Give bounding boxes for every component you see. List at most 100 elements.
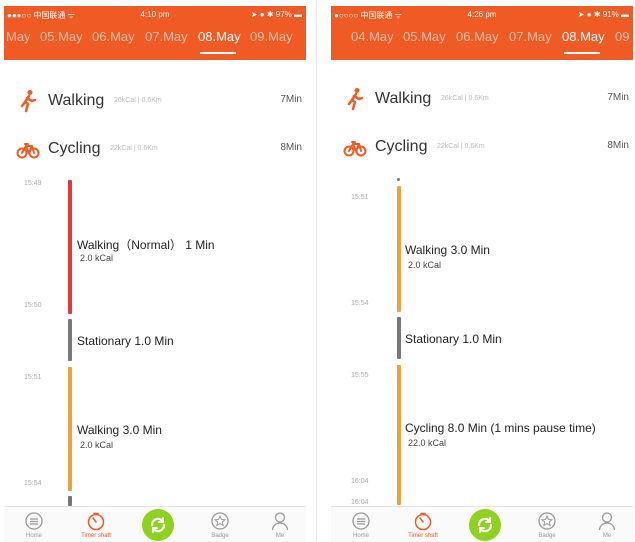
status-battery: ➤ ● ✱ 91% ▬: [577, 10, 629, 19]
activity-title: Cycling 8.0 Min (1 mins pause time): [405, 421, 596, 435]
summary-name: Cycling: [48, 140, 101, 157]
timeline-time: 16:04: [351, 478, 369, 485]
summary-stats: 22kCal | 0.6Km: [437, 143, 485, 150]
tab-label: Timer shaft: [408, 533, 438, 539]
tab-timer-shaft[interactable]: Timer shaft: [403, 511, 443, 542]
tab-label: Badge: [538, 533, 556, 539]
date-selector[interactable]: May 05.May 06.May 07.May 08.May 09.May: [4, 23, 306, 60]
tab-badge[interactable]: Badge: [527, 511, 567, 542]
summary-duration: 7Min: [280, 94, 302, 105]
date-item[interactable]: May: [6, 29, 31, 44]
tab-label: Me: [275, 533, 285, 539]
date-item[interactable]: 06.May: [92, 29, 135, 44]
tab-me[interactable]: Me: [260, 511, 300, 542]
timeline-segment-cycling[interactable]: [397, 365, 401, 505]
date-item-selected[interactable]: 08.May: [198, 29, 241, 44]
tab-bar: Home Timer shaft Badge Me: [4, 506, 306, 542]
timeline-time: 15:50: [24, 302, 42, 309]
walking-icon: [20, 90, 37, 113]
date-item-selected[interactable]: 08.May: [562, 29, 605, 44]
date-item[interactable]: 07.May: [145, 29, 188, 44]
tab-label: Badge: [211, 533, 229, 539]
activity-title: Stationary 1.0 Min: [77, 334, 174, 348]
tab-bar: Home Timer shaft Badge Me: [331, 506, 633, 542]
tab-timer-shaft[interactable]: Timer shaft: [76, 511, 116, 542]
timeline-segment-stationary[interactable]: [68, 496, 72, 506]
timeline-segment-walking[interactable]: [68, 367, 72, 491]
screenshot-divider: [316, 0, 317, 542]
activity-title: Walking（Normal） 1 Min: [77, 238, 215, 252]
date-item[interactable]: 06.May: [456, 29, 499, 44]
timeline-time: 15:51: [24, 374, 42, 381]
home-icon: [25, 512, 43, 530]
timeline-segment-stationary[interactable]: [68, 319, 72, 361]
walking-icon: [347, 88, 364, 111]
cycling-icon: [343, 141, 367, 157]
summary-cycling[interactable]: Cycling 22kCal | 0.6Km 8Min: [4, 134, 306, 164]
tab-me[interactable]: Me: [587, 511, 627, 542]
tab-label: Timer shaft: [81, 533, 111, 539]
summary-stats: 26kCal | 0.6Km: [441, 95, 489, 102]
status-bar: ●●●○○ 中国联通 ᯤ 4:10 pm ➤ ● ✱ 97% ▬: [4, 6, 306, 23]
activity-kcal: 2.0 kCal: [408, 260, 442, 270]
timeline-time: 15:49: [24, 180, 42, 187]
timeline-segment-stationary[interactable]: [397, 317, 401, 359]
timeline-time: 15:55: [351, 372, 369, 379]
date-item[interactable]: 07.May: [509, 29, 552, 44]
date-selector[interactable]: 04.May 05.May 06.May 07.May 08.May 09: [331, 23, 633, 60]
refresh-icon: [150, 517, 166, 533]
activity-title: Stationary 1.0 Min: [405, 332, 502, 346]
timer-icon: [87, 512, 105, 531]
date-item[interactable]: 05.May: [403, 29, 446, 44]
cycling-icon: [16, 143, 40, 159]
date-item[interactable]: 04.May: [351, 29, 394, 44]
tab-label: Home: [25, 533, 42, 539]
activity-kcal: 2.0 kCal: [80, 440, 114, 450]
date-item[interactable]: 05.May: [40, 29, 83, 44]
summary-walking[interactable]: Walking 26kCal | 0.6Km 7Min: [4, 86, 306, 116]
activity-kcal: 2.0 kCal: [80, 253, 114, 263]
summary-name: Cycling: [375, 138, 428, 155]
timeline-time: 16:04: [351, 499, 369, 506]
badge-icon: [538, 512, 556, 530]
summary-walking[interactable]: Walking 26kCal | 0.6Km 7Min: [331, 84, 633, 114]
tab-badge[interactable]: Badge: [200, 511, 240, 542]
summary-cycling[interactable]: Cycling 22kCal | 0.6Km 8Min: [331, 132, 633, 162]
summary-stats: 26kCal | 0.6Km: [114, 97, 162, 104]
sync-button[interactable]: [142, 509, 174, 541]
timeline-segment-walking[interactable]: [68, 180, 72, 314]
home-icon: [352, 512, 370, 530]
sync-button[interactable]: [469, 509, 501, 541]
summary-duration: 8Min: [607, 140, 629, 151]
activity-title: Walking 3.0 Min: [405, 243, 490, 257]
status-battery: ➤ ● ✱ 97% ▬: [250, 10, 302, 19]
activity-title: Walking 3.0 Min: [77, 423, 162, 437]
date-item[interactable]: 09: [615, 29, 629, 44]
summary-name: Walking: [375, 90, 432, 107]
tab-label: Me: [602, 533, 612, 539]
badge-icon: [211, 512, 229, 530]
tab-label: Home: [352, 533, 369, 539]
tab-home[interactable]: Home: [14, 511, 54, 542]
summary-duration: 7Min: [607, 92, 629, 103]
timeline-time: 15:54: [24, 480, 42, 487]
phone-screen-right: ●○○○○ 中国联通 ᯤ 4:26 pm ➤ ● ✱ 91% ▬ 04.May …: [331, 6, 633, 542]
timer-icon: [414, 512, 432, 531]
status-bar: ●○○○○ 中国联通 ᯤ 4:26 pm ➤ ● ✱ 91% ▬: [331, 6, 633, 23]
date-item[interactable]: 09.May: [250, 29, 293, 44]
person-icon: [598, 512, 616, 531]
selected-date-underline: [200, 52, 236, 54]
summary-duration: 8Min: [280, 142, 302, 153]
refresh-icon: [477, 517, 493, 533]
phone-screen-left: ●●●○○ 中国联通 ᯤ 4:10 pm ➤ ● ✱ 97% ▬ May 05.…: [4, 6, 306, 542]
activity-kcal: 22.0 kCal: [408, 438, 447, 448]
selected-date-underline: [564, 52, 600, 54]
timeline-time: 15:51: [351, 194, 369, 201]
summary-stats: 22kCal | 0.6Km: [110, 145, 158, 152]
timeline-time: 15:54: [351, 300, 369, 307]
summary-name: Walking: [48, 92, 105, 109]
timeline-segment-walking[interactable]: [397, 186, 401, 312]
timeline-start-dot: [397, 178, 400, 181]
tab-home[interactable]: Home: [341, 511, 381, 542]
person-icon: [271, 512, 289, 531]
